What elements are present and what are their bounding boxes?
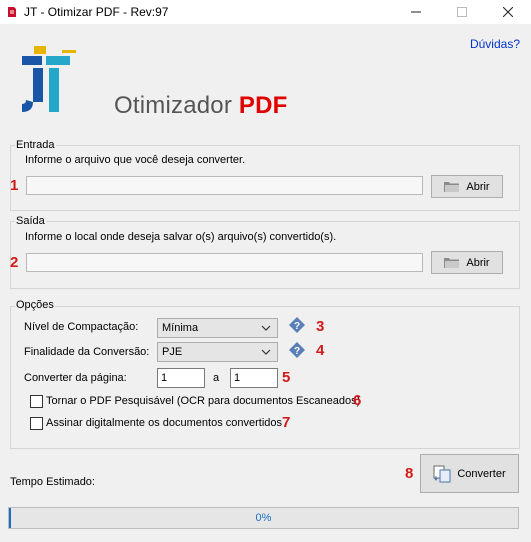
finalidade-select[interactable]: PJE (157, 342, 278, 362)
saida-hint: Informe o local onde deseja salvar o(s) … (25, 231, 337, 243)
progress-bar: 0% (8, 507, 519, 529)
saida-legend: Saída (15, 215, 46, 227)
brand-text: Otimizador (114, 92, 233, 119)
compactacao-select[interactable]: Mínima (157, 318, 278, 338)
app-icon (8, 7, 16, 17)
jt-logo (22, 46, 76, 112)
entrada-path-input[interactable] (26, 176, 423, 195)
maximize-icon (457, 7, 467, 17)
pagina-to-input[interactable]: 1 (230, 368, 278, 388)
ocr-label[interactable]: Tornar o PDF Pesquisável (OCR para docum… (46, 395, 360, 407)
pagina-separator: a (213, 372, 220, 384)
entrada-legend: Entrada (15, 139, 56, 151)
help-link[interactable]: Dúvidas? (470, 37, 520, 51)
convert-label: Converter (457, 467, 506, 480)
convert-icon (433, 465, 451, 482)
minimize-button[interactable] (393, 0, 439, 24)
pagina-label: Converter da página: (24, 372, 127, 384)
chevron-down-icon (261, 325, 271, 331)
title-bar: JT - Otimizar PDF - Rev:97 (0, 0, 531, 24)
assinar-label[interactable]: Assinar digitalmente os documentos conve… (46, 417, 282, 429)
finalidade-value: PJE (162, 346, 183, 358)
saida-path-input[interactable] (26, 253, 423, 272)
folder-icon (444, 257, 460, 268)
svg-text:?: ? (294, 321, 300, 332)
saida-marker: 2 (10, 254, 19, 271)
maximize-button[interactable] (439, 0, 485, 24)
folder-icon (444, 181, 460, 192)
question-icon[interactable]: ? (288, 341, 306, 359)
brand-title: Otimizador PDF (114, 92, 288, 120)
finalidade-marker: 4 (316, 342, 325, 359)
opcoes-legend: Opções (15, 299, 55, 311)
pagina-from-input[interactable]: 1 (157, 368, 205, 388)
minimize-icon (411, 11, 421, 13)
entrada-hint: Informe o arquivo que você deseja conver… (25, 154, 246, 166)
saida-browse-label: Abrir (466, 256, 490, 269)
compactacao-label: Nível de Compactação: (24, 321, 139, 333)
brand-highlight: PDF (238, 92, 288, 119)
svg-text:?: ? (294, 346, 300, 357)
close-icon (503, 7, 513, 17)
entrada-browse-label: Abrir (466, 180, 490, 193)
close-button[interactable] (485, 0, 531, 24)
assinar-checkbox[interactable] (30, 417, 43, 430)
convert-marker: 8 (405, 465, 414, 482)
entrada-marker: 1 (10, 177, 19, 194)
compactacao-value: Mínima (162, 322, 199, 334)
ocr-checkbox[interactable] (30, 395, 43, 408)
convert-button[interactable]: Converter (420, 454, 519, 493)
progress-text: 0% (255, 512, 272, 524)
ocr-marker: 6 (353, 392, 362, 409)
compactacao-marker: 3 (316, 318, 325, 335)
saida-browse-button[interactable]: Abrir (431, 251, 503, 274)
assinar-marker: 7 (282, 414, 291, 431)
finalidade-label: Finalidade da Conversão: (24, 346, 150, 358)
tempo-estimado-label: Tempo Estimado: (10, 476, 95, 488)
entrada-browse-button[interactable]: Abrir (431, 175, 503, 198)
pagina-marker: 5 (282, 369, 291, 386)
window-title: JT - Otimizar PDF - Rev:97 (24, 5, 169, 19)
question-icon[interactable]: ? (288, 316, 306, 334)
chevron-down-icon (261, 349, 271, 355)
